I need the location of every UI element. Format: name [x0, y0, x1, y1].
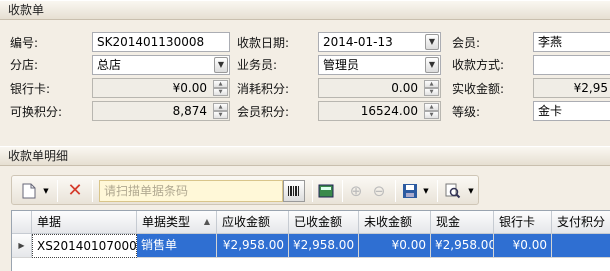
cell-receivable[interactable]: ¥2,958.00: [217, 234, 289, 258]
new-doc-icon[interactable]: [18, 180, 40, 202]
dropdown-icon[interactable]: ▼: [421, 180, 431, 202]
detail-section-header: 收款单明细: [0, 146, 610, 166]
bank-card-value: ¥0.00: [172, 81, 207, 95]
redeemable-points-value: 8,874: [172, 104, 207, 118]
column-header-bank-card[interactable]: 银行卡: [494, 211, 552, 234]
detail-toolbar: ▼ ✕ 请扫描单据条码 ⊕ ⊖ ▼ ▼: [11, 175, 479, 205]
cell-bank-card[interactable]: ¥0.00: [494, 234, 552, 258]
member-field[interactable]: 李燕: [533, 32, 610, 52]
points-used-label: 消耗积分:: [237, 82, 290, 96]
spinner-icon[interactable]: ▲ ▼: [424, 103, 439, 119]
branch-label: 分店:: [10, 58, 39, 72]
branch-select[interactable]: 总店 ▼: [92, 55, 230, 75]
chevron-down-icon[interactable]: ▼: [425, 57, 439, 73]
salesman-value: 管理员: [323, 58, 360, 72]
receipt-date-field[interactable]: 2014-01-13 ▼: [318, 32, 441, 52]
bill-section-header: 收款单: [0, 0, 610, 20]
redeemable-points-field[interactable]: 8,874 ▲ ▼: [92, 101, 230, 121]
spinner-icon[interactable]: ▲ ▼: [213, 103, 228, 119]
cell-bill-no[interactable]: XS201401070001: [32, 234, 137, 258]
receipt-date-label: 收款日期:: [237, 36, 290, 50]
cell-unreceived[interactable]: ¥0.00: [359, 234, 431, 258]
search-icon[interactable]: [442, 180, 464, 202]
grid-corner: [12, 211, 32, 234]
branch-value: 总店: [97, 58, 122, 72]
bank-card-field[interactable]: ¥0.00 ▲ ▼: [92, 78, 230, 98]
column-header-received[interactable]: 已收金额: [289, 211, 359, 234]
level-label: 等级:: [452, 105, 481, 119]
member-label: 会员:: [452, 36, 481, 50]
salesman-select[interactable]: 管理员 ▼: [318, 55, 441, 75]
column-header-receivable[interactable]: 应收金额: [217, 211, 289, 234]
chevron-down-icon[interactable]: ▼: [425, 34, 439, 50]
points-used-value: 0.00: [391, 81, 418, 95]
dropdown-icon[interactable]: ▼: [41, 180, 51, 202]
scan-barcode-input[interactable]: 请扫描单据条码: [99, 180, 283, 202]
member-points-value: 16524.00: [360, 104, 418, 118]
spinner-icon[interactable]: ▲ ▼: [213, 80, 228, 96]
receipt-date-value: 2014-01-13: [323, 35, 393, 49]
column-header-cash[interactable]: 现金: [431, 211, 494, 234]
down-icon[interactable]: ⊖: [368, 180, 390, 202]
level-field[interactable]: 金卡: [533, 101, 610, 121]
bill-no-field[interactable]: SK201401130008: [92, 32, 230, 52]
column-header-bill-type-label: 单据类型: [142, 215, 191, 229]
sort-asc-icon: ▲: [203, 217, 210, 226]
cell-cash[interactable]: ¥2,958.00: [431, 234, 494, 258]
more-icon[interactable]: ▼: [466, 180, 476, 202]
cell-bill-type[interactable]: 销售单: [137, 234, 217, 258]
row-indicator-icon[interactable]: ▶: [12, 234, 32, 258]
barcode-icon[interactable]: [283, 180, 305, 202]
chevron-down-icon[interactable]: ▼: [214, 57, 228, 73]
cell-received[interactable]: ¥2,958.00: [289, 234, 359, 258]
pay-method-label: 收款方式:: [452, 58, 505, 72]
detail-section-title: 收款单明细: [8, 149, 69, 163]
cell-pay-points[interactable]: [552, 234, 610, 258]
column-header-unreceived[interactable]: 未收金额: [359, 211, 431, 234]
column-header-bill[interactable]: 单据: [32, 211, 137, 234]
bank-card-label: 银行卡:: [10, 82, 51, 96]
member-points-label: 会员积分:: [237, 105, 290, 119]
actual-received-field: ¥2,95: [533, 78, 610, 98]
member-points-field[interactable]: 16524.00 ▲ ▼: [318, 101, 441, 121]
column-header-pay-points[interactable]: 支付积分: [552, 211, 610, 234]
calculator-icon[interactable]: [315, 180, 337, 202]
points-used-field[interactable]: 0.00 ▲ ▼: [318, 78, 441, 98]
detail-grid[interactable]: 单据 单据类型 ▲ 应收金额 已收金额 未收金额 现金 银行卡 支付积分 ▶ X…: [11, 210, 610, 271]
salesman-label: 业务员:: [237, 58, 278, 72]
bill-no-label: 编号:: [10, 36, 39, 50]
column-header-bill-type[interactable]: 单据类型 ▲: [137, 211, 217, 234]
bill-section-title: 收款单: [8, 3, 45, 17]
delete-icon[interactable]: ✕: [64, 180, 86, 202]
save-icon[interactable]: [399, 180, 421, 202]
pay-method-field[interactable]: [533, 55, 610, 75]
actual-received-label: 实收金额:: [452, 82, 505, 96]
spinner-icon[interactable]: ▲ ▼: [424, 80, 439, 96]
redeemable-points-label: 可换积分:: [10, 105, 63, 119]
up-icon[interactable]: ⊕: [345, 180, 367, 202]
